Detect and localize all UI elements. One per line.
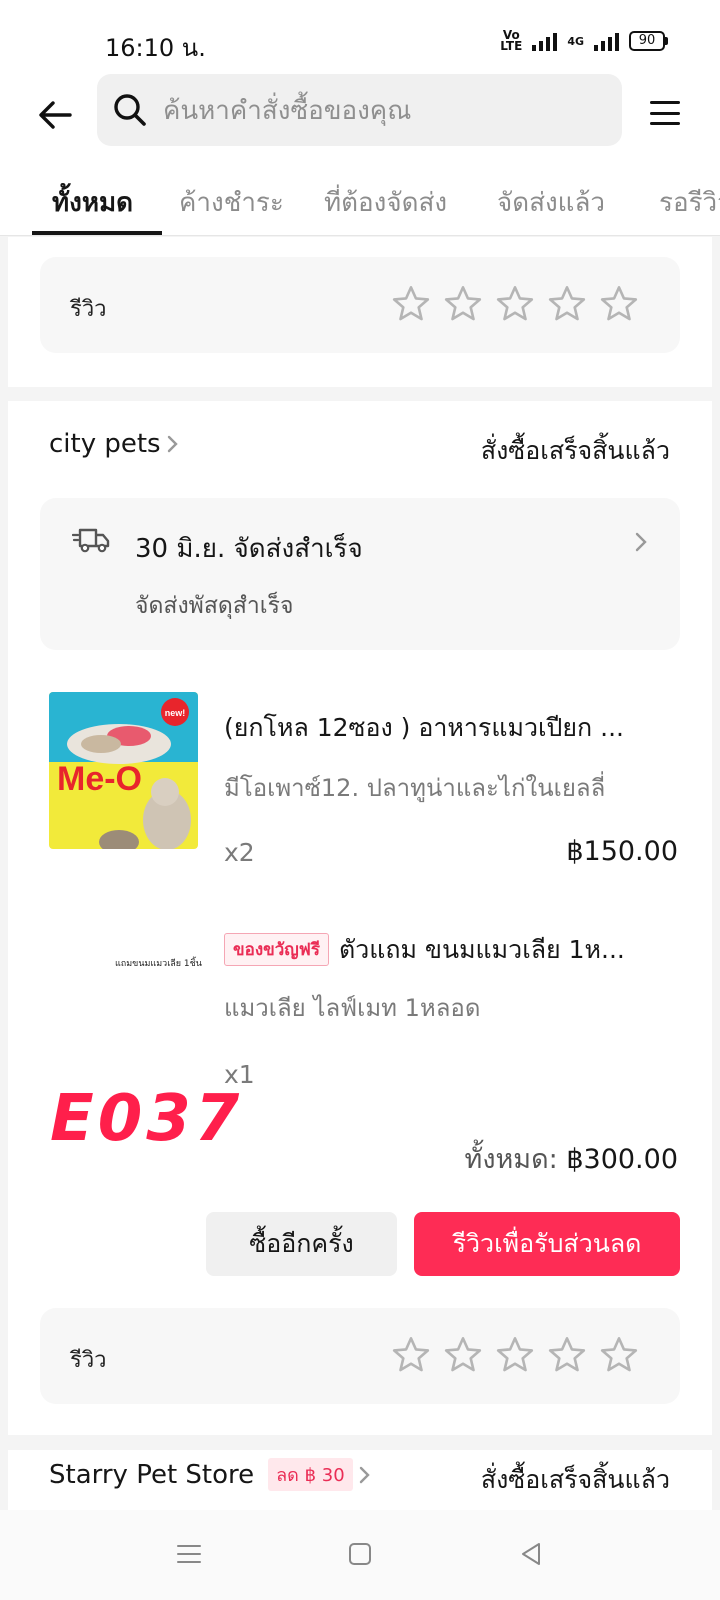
chevron-right-icon: [167, 435, 178, 453]
gift-title-text: ตัวแถม ขนมแมวเลีย 1ห...: [338, 935, 625, 964]
gift-product-title[interactable]: ของขวัญฟรี ตัวแถม ขนมแมวเลีย 1ห...: [224, 930, 680, 970]
order-tabs: ทั้งหมด ค้างชำระ ที่ต้องจัดส่ง จัดส่งแล้…: [0, 164, 720, 236]
review-for-discount-button[interactable]: รีวิวเพื่อรับส่วนลด: [414, 1212, 680, 1276]
tab-to-review[interactable]: รอรีวิว: [659, 182, 720, 223]
order-review-box: รีวิว: [40, 1308, 680, 1404]
star-icon[interactable]: [598, 1334, 640, 1376]
star-icon[interactable]: [546, 283, 588, 325]
rating-stars[interactable]: [390, 1334, 640, 1376]
status-icons: Vo LTE 4G 90: [500, 28, 668, 53]
tab-all[interactable]: ทั้งหมด: [52, 182, 133, 223]
product-image-meo[interactable]: new! Me-O: [49, 692, 198, 849]
product-quantity: x2: [224, 838, 255, 867]
buy-again-button[interactable]: ซื้ออีกครั้ง: [206, 1212, 397, 1276]
next-order-card: Starry Pet Store ลด ฿ 30 สั่งซื้อเสร็จสิ…: [8, 1450, 712, 1510]
meo-pouch-image: new! Me-O: [49, 692, 198, 849]
next-store-name: Starry Pet Store: [49, 1459, 255, 1490]
tab-to-ship[interactable]: ที่ต้องจัดส่ง: [324, 182, 447, 223]
active-tab-indicator: [32, 231, 162, 235]
store-name-link[interactable]: city pets: [49, 429, 179, 459]
search-placeholder: ค้นหาคำสั่งซื้อของคุณ: [163, 95, 412, 126]
star-icon[interactable]: [390, 1334, 432, 1376]
rating-stars[interactable]: [390, 283, 640, 325]
store-name: city pets: [49, 429, 161, 459]
star-icon[interactable]: [546, 1334, 588, 1376]
star-icon[interactable]: [494, 1334, 536, 1376]
review-label: รีวิว: [70, 297, 107, 322]
product-price: ฿150.00: [566, 836, 678, 867]
shipping-status-box[interactable]: 30 มิ.ย. จัดส่งสำเร็จ จัดส่งพัสดุสำเร็จ: [40, 498, 680, 650]
chevron-right-icon: [359, 1466, 370, 1483]
header: ค้นหาคำสั่งซื้อของคุณ: [0, 74, 720, 164]
menu-button[interactable]: [648, 96, 682, 130]
truck-icon: [72, 528, 110, 553]
search-bar[interactable]: ค้นหาคำสั่งซื้อของคุณ: [97, 74, 622, 146]
tab-shipped[interactable]: จัดส่งแล้ว: [497, 182, 605, 223]
star-icon[interactable]: [442, 1334, 484, 1376]
handwritten-watermark: E037: [50, 1082, 244, 1156]
signal-icon: [532, 31, 558, 51]
order-card: city pets สั่งซื้อเสร็จสิ้นแล้ว 30 มิ.ย.…: [8, 401, 712, 1435]
back-button[interactable]: [34, 94, 76, 136]
review-label: รีวิว: [70, 1348, 107, 1373]
signal-2-icon: [594, 31, 619, 51]
shipping-subtitle: จัดส่งพัสดุสำเร็จ: [135, 593, 294, 619]
pouch-brand: Me-O: [57, 760, 142, 798]
review-box: รีวิว: [40, 257, 680, 353]
next-order-status: สั่งซื้อเสร็จสิ้นแล้ว: [480, 1465, 670, 1494]
product-title[interactable]: (ยกโหล 12ซอง ) อาหารแมวเปียก ...: [224, 708, 680, 748]
order-status: สั่งซื้อเสร็จสิ้นแล้ว: [480, 436, 670, 465]
recent-apps-icon[interactable]: [174, 1539, 204, 1569]
discount-badge: ลด ฿ 30: [268, 1458, 353, 1491]
star-icon[interactable]: [494, 283, 536, 325]
free-gift-badge: ของขวัญฟรี: [224, 933, 329, 966]
menu-icon-line: [650, 111, 680, 115]
battery-level: 90: [629, 31, 665, 51]
status-bar: 16:10 น. Vo LTE 4G 90: [0, 0, 720, 84]
previous-order-card: รีวิว: [8, 237, 712, 387]
order-total: ทั้งหมด: ฿300.00: [465, 1137, 678, 1180]
product-variant: มีโอเพาซ์12. ปลาทูน่าและไก่ในเยลลี่: [224, 774, 606, 802]
star-icon[interactable]: [598, 283, 640, 325]
total-label: ทั้งหมด:: [464, 1144, 558, 1175]
total-value: ฿300.00: [566, 1144, 678, 1175]
arrow-left-icon: [39, 101, 72, 129]
star-icon[interactable]: [442, 283, 484, 325]
menu-icon-line: [650, 122, 680, 125]
shipping-title: 30 มิ.ย. จัดส่งสำเร็จ: [135, 534, 363, 564]
system-nav-bar: [0, 1510, 720, 1600]
battery-icon: 90: [629, 31, 668, 51]
chevron-right-icon: [635, 532, 647, 552]
volte-icon: Vo LTE: [500, 28, 523, 53]
status-time: 16:10 น.: [105, 34, 206, 62]
back-nav-icon[interactable]: [516, 1539, 546, 1569]
tab-pending-payment[interactable]: ค้างชำระ: [179, 182, 284, 223]
search-icon: [114, 94, 146, 126]
home-icon[interactable]: [345, 1539, 375, 1569]
menu-icon-line: [650, 101, 680, 104]
next-store-name-link[interactable]: Starry Pet Store ลด ฿ 30: [49, 1458, 371, 1491]
gift-image-caption: แถมขนมแมวเลีย 1ชิ้น: [115, 959, 202, 969]
gift-product-variant: แมวเลีย ไลฟ์เมท 1หลอด: [224, 994, 481, 1022]
pouch-new-badge: new!: [165, 708, 186, 718]
star-icon[interactable]: [390, 283, 432, 325]
network-4g-icon: 4G: [567, 34, 584, 48]
